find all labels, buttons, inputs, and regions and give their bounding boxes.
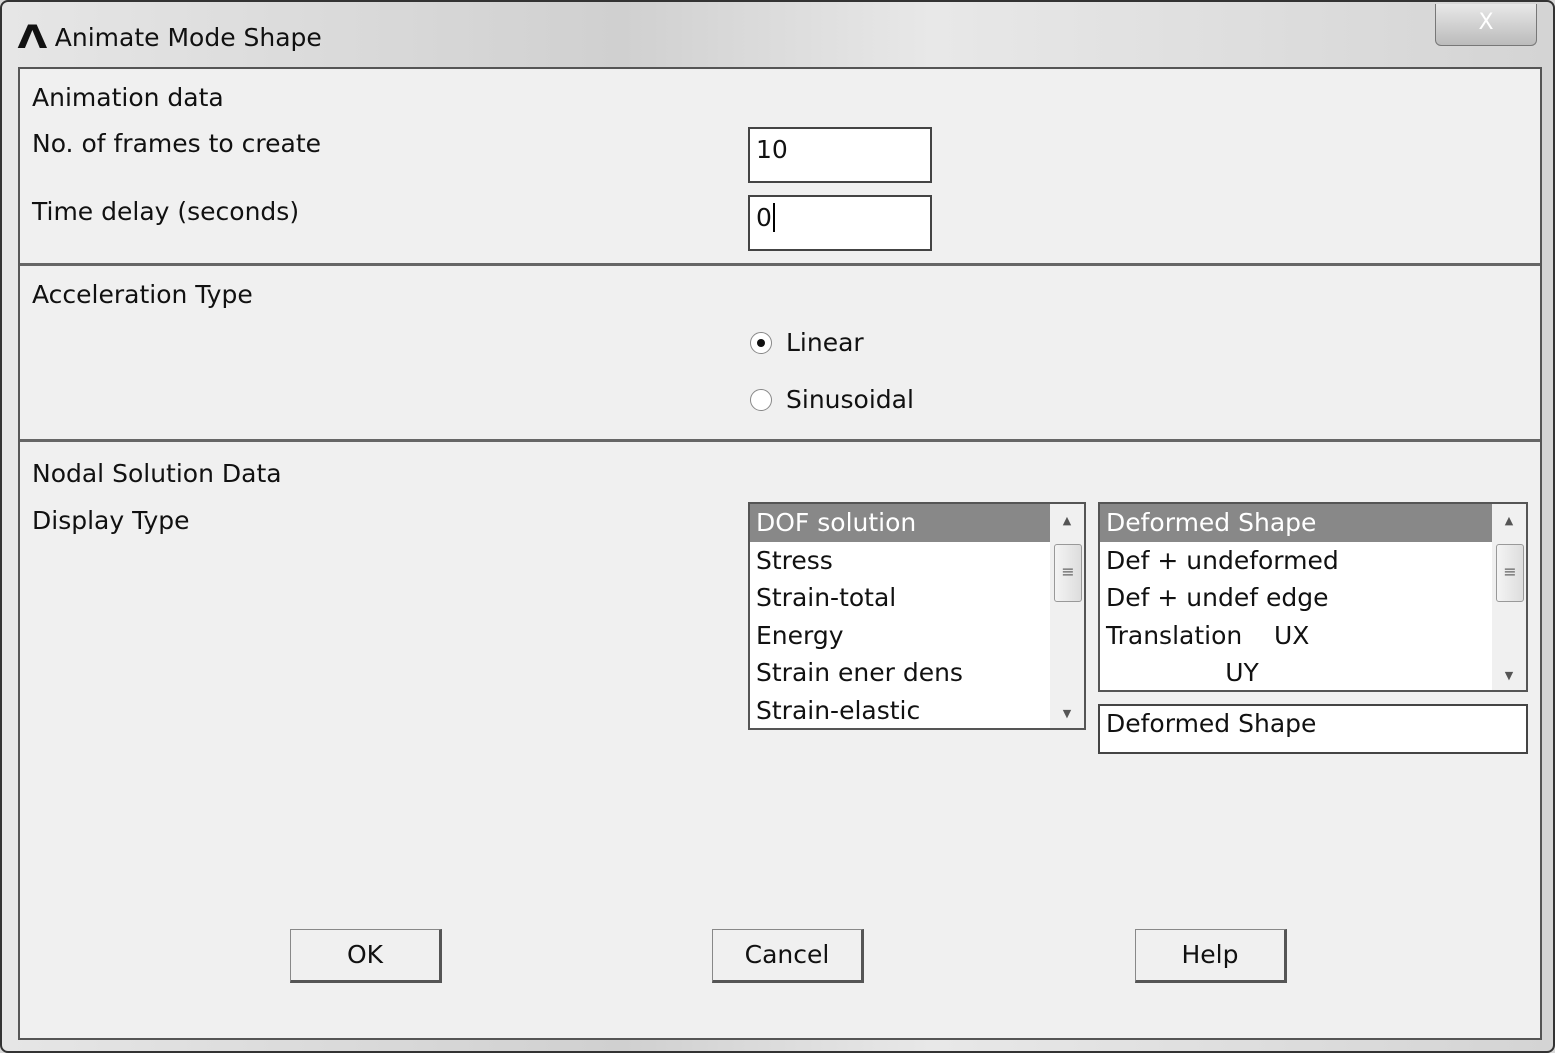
delay-value: 0 (756, 203, 772, 232)
animation-heading: Animation data (32, 83, 224, 112)
radio-label: Sinusoidal (786, 385, 914, 414)
scroll-down-icon[interactable]: ▼ (1492, 669, 1526, 682)
list-item[interactable]: UY (1100, 654, 1526, 690)
radio-sinusoidal[interactable]: Sinusoidal (750, 385, 914, 414)
display-item-list[interactable]: Deformed Shape Def + undeformed Def + unde… (1098, 502, 1528, 692)
list-item[interactable]: Stress (750, 542, 1084, 580)
display-type-list[interactable]: DOF solution Stress Strain-total Energy Stra… (748, 502, 1086, 730)
scrollbar[interactable]: ▲ ≡ ▼ (1050, 504, 1084, 728)
scrollbar[interactable]: ▲ ≡ ▼ (1492, 504, 1526, 690)
nodal-heading: Nodal Solution Data (32, 459, 282, 488)
list-item[interactable]: Deformed Shape (1100, 504, 1526, 542)
list-item[interactable]: Translation UX (1100, 617, 1526, 655)
selection-field[interactable]: Deformed Shape (1098, 704, 1528, 754)
list-item[interactable]: Def + undef edge (1100, 579, 1526, 617)
close-button[interactable]: X (1435, 4, 1537, 46)
scroll-thumb[interactable]: ≡ (1054, 544, 1082, 602)
dialog-window: Λ Animate Mode Shape X Animation data No… (0, 0, 1555, 1053)
delay-input[interactable]: 0 (748, 195, 932, 251)
scroll-up-icon[interactable]: ▲ (1050, 514, 1084, 527)
window-title: Animate Mode Shape (54, 22, 322, 52)
list-item[interactable]: Def + undeformed (1100, 542, 1526, 580)
radio-checked-icon (750, 331, 772, 354)
radio-label: Linear (786, 328, 864, 357)
list-item[interactable]: Strain-total (750, 579, 1084, 617)
list-item[interactable]: Strain-elastic (750, 692, 1084, 729)
scroll-thumb[interactable]: ≡ (1496, 544, 1524, 602)
radio-unchecked-icon (750, 388, 772, 411)
delay-label: Time delay (seconds) (32, 197, 300, 226)
frames-label: No. of frames to create (32, 129, 322, 158)
ok-button[interactable]: OK (290, 929, 442, 983)
cancel-button[interactable]: Cancel (712, 929, 864, 983)
animation-data-section: Animation data No. of frames to create 1… (20, 69, 1540, 266)
list-item[interactable]: DOF solution (750, 504, 1084, 542)
title-bar: Λ Animate Mode Shape (17, 18, 322, 56)
acceleration-section: Acceleration Type Linear Sinusoidal (20, 266, 1540, 442)
frames-input[interactable]: 10 (748, 127, 932, 183)
acceleration-heading: Acceleration Type (32, 280, 253, 309)
display-type-label: Display Type (32, 506, 190, 535)
dialog-body: Animation data No. of frames to create 1… (18, 67, 1542, 1040)
radio-linear[interactable]: Linear (750, 328, 864, 357)
scroll-down-icon[interactable]: ▼ (1050, 707, 1084, 720)
help-button[interactable]: Help (1135, 929, 1287, 983)
list-item[interactable]: Energy (750, 617, 1084, 655)
list-item[interactable]: Strain ener dens (750, 654, 1084, 692)
ansys-logo-icon: Λ (17, 18, 48, 56)
scroll-up-icon[interactable]: ▲ (1492, 514, 1526, 527)
